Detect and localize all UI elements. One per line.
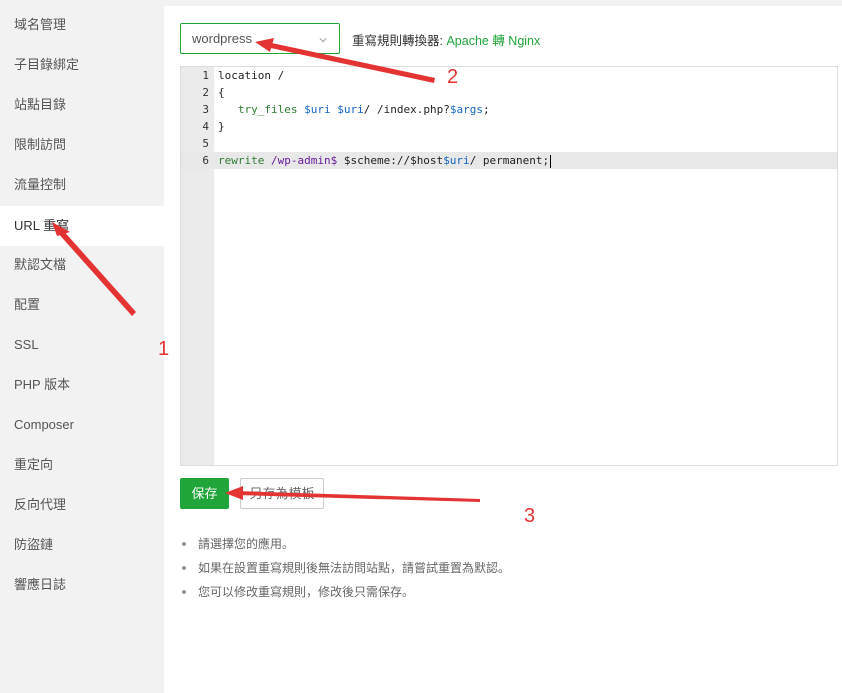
chevron-down-icon [319, 38, 327, 43]
sidebar-item-domain[interactable]: 域名管理 [0, 5, 164, 45]
code-line: 5 [181, 135, 837, 152]
sidebar-item-config[interactable]: 配置 [0, 285, 164, 325]
line-number: 6 [202, 154, 209, 167]
text-cursor [550, 154, 552, 168]
sidebar-item-redirect[interactable]: 重定向 [0, 445, 164, 485]
rewrite-converter: 重寫規則轉換器: Apache 轉 Nginx [352, 30, 540, 49]
code-line-active: 6 rewrite /wp-admin$ $scheme://$host$uri… [181, 152, 837, 169]
sidebar-item-reverse-proxy[interactable]: 反向代理 [0, 485, 164, 525]
line-number: 5 [202, 137, 209, 150]
settings-sidebar: 域名管理 子目錄綁定 站點目錄 限制訪問 流量控制 URL 重寫 默認文檔 配置… [0, 0, 164, 693]
sidebar-item-subdirectory-binding[interactable]: 子目錄綁定 [0, 45, 164, 85]
sidebar-item-url-rewrite[interactable]: URL 重寫 [0, 206, 164, 246]
bullet-icon [182, 590, 186, 594]
line-number: 4 [202, 120, 209, 133]
tip-item: 如果在設置重寫規則後無法訪問站點，請嘗試重置為默認。 [182, 560, 510, 584]
code-text: location / [218, 69, 285, 82]
help-tips: 請選擇您的應用。 如果在設置重寫規則後無法訪問站點，請嘗試重置為默認。 您可以修… [182, 536, 510, 608]
converter-label: 重寫規則轉換器: [352, 34, 447, 48]
annotation-number-2: 2 [447, 66, 459, 88]
sidebar-item-hotlink-protection[interactable]: 防盜鏈 [0, 525, 164, 565]
code-text: try_files $uri $uri/ /index.php?$args; [237, 103, 490, 116]
line-number: 1 [202, 69, 209, 82]
code-text: } [218, 120, 225, 133]
bullet-icon [182, 542, 186, 546]
sidebar-item-ssl[interactable]: SSL [0, 325, 164, 365]
line-number: 2 [202, 86, 209, 99]
rewrite-code-editor[interactable]: 1 location / 2 { 3 try_files $uri $uri/ … [180, 66, 838, 466]
save-button[interactable]: 保存 [180, 478, 229, 509]
annotation-number-3: 3 [524, 505, 536, 527]
tip-item: 請選擇您的應用。 [182, 536, 510, 560]
code-line: 4 } [181, 118, 837, 135]
code-text: { [218, 86, 225, 99]
annotation-number-1: 1 [158, 338, 170, 360]
rewrite-template-select[interactable]: wordpress [180, 23, 340, 54]
sidebar-item-default-document[interactable]: 默認文檔 [0, 245, 164, 285]
site-settings-panel: 域名管理 子目錄綁定 站點目錄 限制訪問 流量控制 URL 重寫 默認文檔 配置… [0, 0, 842, 693]
sidebar-item-access-limit[interactable]: 限制訪問 [0, 125, 164, 165]
tip-item: 您可以修改重寫規則，修改後只需保存。 [182, 584, 510, 608]
top-divider [164, 0, 842, 6]
select-value: wordpress [192, 31, 252, 46]
code-line: 2 { [181, 84, 837, 101]
bullet-icon [182, 566, 186, 570]
sidebar-item-composer[interactable]: Composer [0, 405, 164, 445]
code-text: rewrite /wp-admin$ $scheme://$host$uri/ … [218, 154, 552, 168]
line-number: 3 [202, 103, 209, 116]
code-line: 1 location / [181, 67, 837, 84]
save-as-template-button[interactable]: 另存為模板 [240, 478, 324, 509]
code-line: 3 try_files $uri $uri/ /index.php?$args; [181, 101, 837, 118]
sidebar-item-traffic-control[interactable]: 流量控制 [0, 165, 164, 205]
apache-to-nginx-link[interactable]: Apache 轉 Nginx [446, 34, 540, 48]
sidebar-item-site-directory[interactable]: 站點目錄 [0, 85, 164, 125]
sidebar-item-response-log[interactable]: 響應日誌 [0, 565, 164, 605]
sidebar-item-php-version[interactable]: PHP 版本 [0, 365, 164, 405]
